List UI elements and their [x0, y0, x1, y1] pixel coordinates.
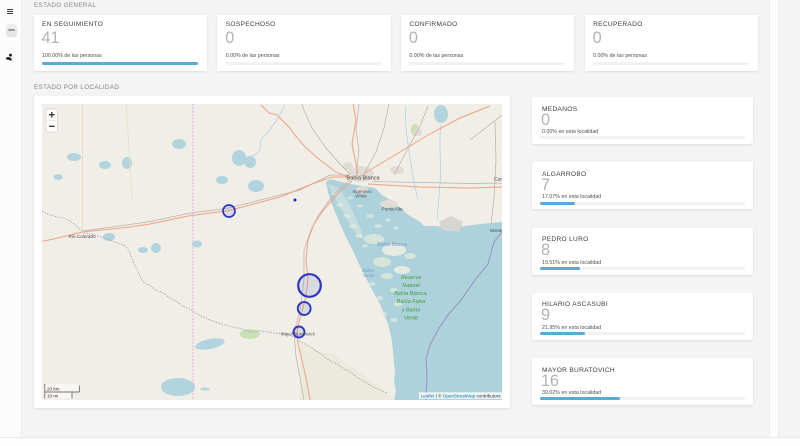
svg-text:20 km: 20 km	[47, 386, 60, 391]
svg-text:Verde: Verde	[404, 316, 418, 322]
svg-text:Punta Alta: Punta Alta	[382, 207, 403, 212]
svg-text:White: White	[355, 194, 367, 199]
svg-text:Bahía Blanca: Bahía Blanca	[346, 176, 380, 182]
svg-text:Bahía Blanca,: Bahía Blanca,	[394, 291, 428, 297]
svg-text:y Bahía: y Bahía	[401, 308, 420, 314]
svg-text:Mayor Buratovich: Mayor Buratovich	[281, 332, 316, 337]
svg-text:Reserva: Reserva	[401, 275, 421, 281]
svg-text:Leaflet | © OpenStreetMap cont: Leaflet | © OpenStreetMap contributors	[421, 392, 502, 398]
svg-text:Monte Her: Monte Her	[490, 228, 502, 233]
svg-text:10 mi: 10 mi	[47, 394, 58, 399]
svg-text:Coronel: Coronel	[494, 177, 502, 183]
svg-text:Bahía Blanca: Bahía Blanca	[377, 242, 407, 248]
svg-text:Verde: Verde	[363, 273, 375, 278]
svg-text:Río Colorado: Río Colorado	[68, 234, 96, 239]
svg-text:Bahía Falsa: Bahía Falsa	[397, 299, 426, 305]
svg-text:Natural: Natural	[402, 283, 420, 289]
